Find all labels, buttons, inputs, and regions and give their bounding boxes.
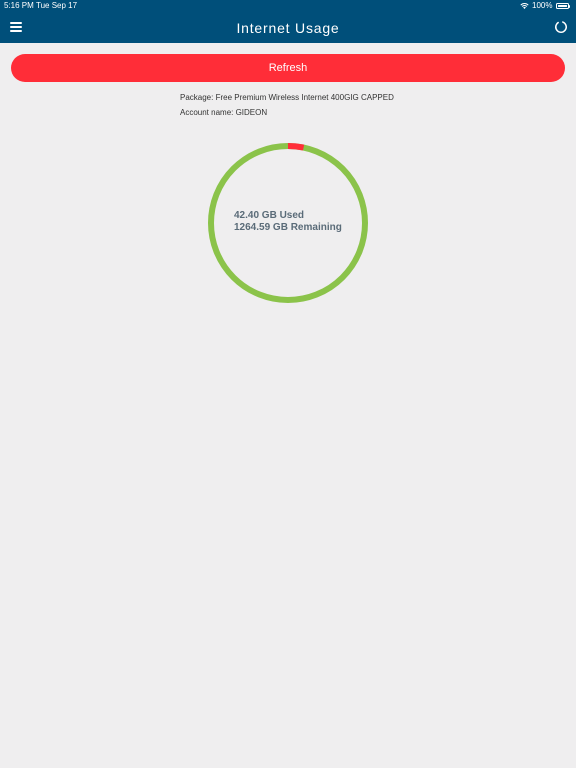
used-label: 42.40 GB Used bbox=[234, 210, 305, 221]
remaining-label: 1264.59 GB Remaining bbox=[234, 222, 342, 233]
account-name-label: Account name: GIDEON bbox=[180, 108, 268, 117]
status-right-group: 100% bbox=[520, 0, 570, 12]
status-time: 5:16 PM bbox=[4, 1, 34, 10]
status-date: Tue Sep 17 bbox=[36, 1, 78, 10]
loading-spinner-icon[interactable] bbox=[554, 20, 568, 34]
page-title: Internet Usage bbox=[236, 20, 340, 36]
battery-percent: 100% bbox=[532, 1, 553, 10]
package-label: Package: Free Premium Wireless Internet … bbox=[180, 93, 394, 102]
status-bar: 5:16 PM Tue Sep 17 100% bbox=[0, 0, 576, 12]
wifi-icon bbox=[520, 3, 529, 9]
navigation-bar: 5:16 PM Tue Sep 17 100% Internet Usage bbox=[0, 0, 576, 43]
refresh-button[interactable]: Refresh bbox=[11, 54, 565, 82]
battery-icon bbox=[555, 3, 570, 9]
usage-summary: 42.40 GB Used 1264.59 GB Remaining bbox=[234, 210, 342, 234]
